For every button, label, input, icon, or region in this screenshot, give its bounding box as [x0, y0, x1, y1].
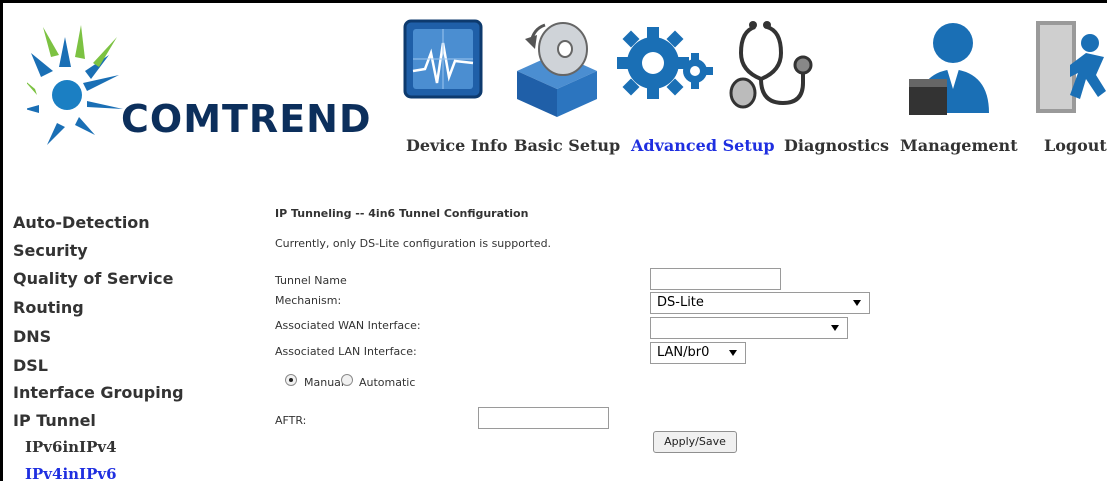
sidebar-item-ipv4inipv6[interactable]: IPv4inIPv6 [25, 465, 117, 483]
comtrend-logo: COMTREND [23, 17, 371, 167]
sidebar-item-interface-grouping[interactable]: Interface Grouping [13, 383, 184, 402]
brand-name: COMTREND [121, 97, 372, 141]
chevron-down-icon [853, 300, 861, 306]
mechanism-value: DS-Lite [657, 295, 704, 310]
wan-interface-label: Associated WAN Interface: [275, 319, 421, 332]
header: COMTREND Device Info Basic Setup Advance… [0, 0, 1107, 190]
lan-interface-select[interactable]: LAN/br0 [650, 342, 746, 364]
automatic-label: Automatic [359, 376, 416, 389]
nav-management[interactable]: Management [900, 136, 1018, 155]
logout-icon[interactable] [1030, 13, 1107, 123]
manual-label: Manual [304, 376, 344, 389]
aftr-label: AFTR: [275, 414, 307, 427]
chevron-down-icon [729, 350, 737, 356]
sidebar-item-ip-tunnel[interactable]: IP Tunnel [13, 411, 96, 430]
page-title: IP Tunneling -- 4in6 Tunnel Configuratio… [275, 207, 529, 220]
mechanism-label: Mechanism: [275, 294, 342, 307]
sidebar-item-ipv6inipv4[interactable]: IPv6inIPv4 [25, 438, 117, 456]
nav-device-info[interactable]: Device Info [406, 136, 508, 155]
sidebar-item-auto-detection[interactable]: Auto-Detection [13, 213, 150, 232]
nav-diagnostics[interactable]: Diagnostics [784, 136, 889, 155]
lan-interface-value: LAN/br0 [657, 345, 710, 360]
main-panel: IP Tunneling -- 4in6 Tunnel Configuratio… [215, 190, 1107, 481]
sidebar-item-security[interactable]: Security [13, 241, 88, 260]
automatic-radio[interactable] [341, 374, 353, 386]
nav-basic-setup[interactable]: Basic Setup [514, 136, 620, 155]
device-info-icon[interactable] [403, 13, 493, 123]
nav-advanced-setup[interactable]: Advanced Setup [631, 136, 775, 155]
mechanism-select[interactable]: DS-Lite [650, 292, 870, 314]
management-icon[interactable] [903, 13, 993, 123]
diagnostics-icon[interactable] [725, 13, 815, 123]
tunnel-name-input[interactable] [650, 268, 781, 290]
wan-interface-select[interactable] [650, 317, 848, 339]
sidebar-item-dsl[interactable]: DSL [13, 356, 48, 375]
aftr-input[interactable] [478, 407, 609, 429]
sidebar-item-routing[interactable]: Routing [13, 298, 84, 317]
nav-logout[interactable]: Logout [1044, 136, 1107, 155]
sidebar: Auto-Detection Security Quality of Servi… [0, 190, 215, 483]
config-note: Currently, only DS-Lite configuration is… [275, 237, 552, 250]
sidebar-item-dns[interactable]: DNS [13, 327, 51, 346]
basic-setup-icon[interactable] [513, 13, 603, 123]
tunnel-name-label: Tunnel Name [275, 274, 347, 287]
lan-interface-label: Associated LAN Interface: [275, 345, 417, 358]
advanced-setup-icon[interactable] [615, 13, 713, 123]
apply-save-button[interactable]: Apply/Save [653, 431, 737, 453]
chevron-down-icon [831, 325, 839, 331]
manual-radio[interactable] [285, 374, 297, 386]
sidebar-item-quality-of-service[interactable]: Quality of Service [13, 269, 173, 288]
